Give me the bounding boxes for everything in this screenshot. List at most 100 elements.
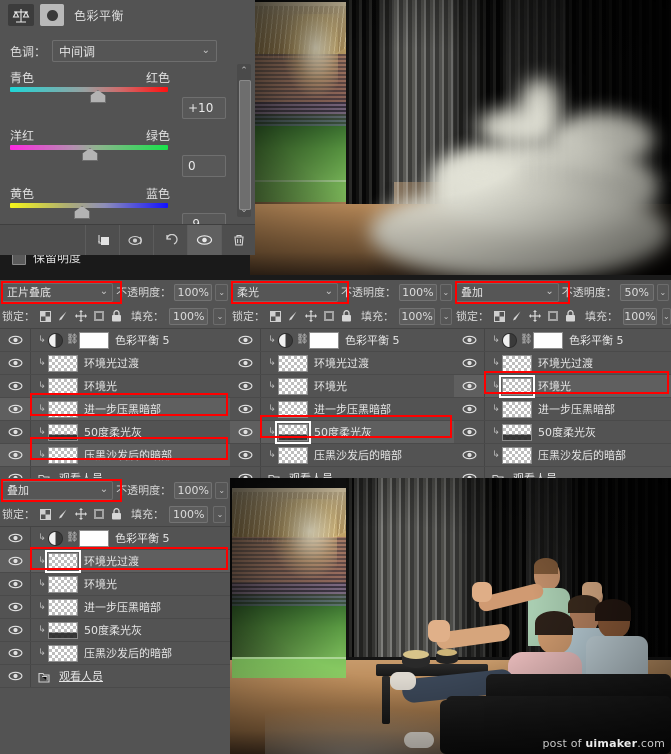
layer-row[interactable]: ↳ ⛓ 色彩平衡 5 xyxy=(454,329,671,352)
layer-thumbnail[interactable] xyxy=(79,529,109,547)
layer-row[interactable]: ↳ 环境光 xyxy=(454,374,671,398)
slider-cyan-red-knob[interactable] xyxy=(89,90,106,103)
lock-image-icon[interactable] xyxy=(287,310,299,322)
fill-chevron-down-icon[interactable]: ⌄ xyxy=(440,307,452,325)
lock-position-icon[interactable] xyxy=(529,310,541,322)
layer-visibility-eye-icon[interactable] xyxy=(454,375,485,397)
layer-thumbnail[interactable] xyxy=(48,423,78,441)
view-previous-state-icon[interactable] xyxy=(119,225,153,255)
lock-all-icon[interactable] xyxy=(111,310,122,322)
slider-yellow-blue-track[interactable] xyxy=(10,203,168,219)
layer-visibility-eye-icon[interactable] xyxy=(0,550,31,572)
lock-all-icon[interactable] xyxy=(111,508,122,520)
layer-visibility-eye-icon[interactable] xyxy=(454,421,485,443)
layer-row[interactable]: ↳ 压黑沙发后的暗部 xyxy=(0,444,230,467)
slider-cyan-red-track[interactable] xyxy=(10,87,168,103)
layer-visibility-eye-icon[interactable] xyxy=(0,398,31,420)
opacity-value[interactable]: 100% xyxy=(399,283,437,301)
layer-visibility-eye-icon[interactable] xyxy=(0,375,31,397)
layer-thumbnail[interactable] xyxy=(309,331,339,349)
layer-thumbnail[interactable] xyxy=(533,331,563,349)
layer-visibility-eye-icon[interactable] xyxy=(230,329,261,351)
lock-image-icon[interactable] xyxy=(57,310,69,322)
layer-visibility-eye-icon[interactable] xyxy=(0,642,31,664)
layer-thumbnail[interactable] xyxy=(48,644,78,662)
mask-link-icon[interactable]: ⛓ xyxy=(520,334,533,347)
layer-row[interactable]: ↳ 环境光过渡 xyxy=(230,352,454,375)
scrollbar-thumb[interactable] xyxy=(239,80,251,210)
fill-value[interactable]: 100% xyxy=(399,307,436,325)
layer-row[interactable]: ↳ 环境光 xyxy=(0,573,230,596)
slider-yellow-blue-knob[interactable] xyxy=(74,206,91,219)
layer-visibility-eye-icon[interactable] xyxy=(0,573,31,595)
slider-magenta-green-track[interactable] xyxy=(10,145,168,161)
layer-thumbnail[interactable] xyxy=(502,400,532,418)
fill-chevron-down-icon[interactable]: ⌄ xyxy=(213,505,227,523)
properties-scrollbar[interactable]: ⌃ ⌄ xyxy=(237,64,251,217)
layer-thumbnail[interactable] xyxy=(278,377,308,395)
layer-visibility-eye-icon[interactable] xyxy=(454,444,485,466)
lock-all-icon[interactable] xyxy=(341,310,352,322)
layer-visibility-eye-icon[interactable] xyxy=(454,352,485,374)
layer-visibility-eye-icon[interactable] xyxy=(0,527,31,549)
layer-group-icon[interactable] xyxy=(38,471,52,478)
fill-chevron-down-icon[interactable]: ⌄ xyxy=(213,307,227,325)
layer-thumbnail[interactable] xyxy=(502,423,532,441)
layer-row[interactable]: ↳ 环境光过渡 xyxy=(0,352,230,375)
layer-row[interactable]: 观看人员 xyxy=(0,467,230,478)
lock-image-icon[interactable] xyxy=(511,310,523,322)
layer-thumbnail[interactable] xyxy=(275,420,311,444)
tone-select[interactable]: 中间调 ⌄ xyxy=(52,40,217,62)
layer-row[interactable]: 观看人员 xyxy=(230,467,454,478)
layer-row[interactable]: ↳ 进一步压黑暗部 xyxy=(0,596,230,619)
layer-thumbnail[interactable] xyxy=(48,354,78,372)
layer-visibility-eye-icon[interactable] xyxy=(230,398,261,420)
delete-adjustment-icon[interactable] xyxy=(221,225,255,255)
layer-visibility-eye-icon[interactable] xyxy=(230,444,261,466)
lock-transparency-icon[interactable] xyxy=(40,508,51,520)
lock-artboard-icon[interactable] xyxy=(93,310,105,322)
layer-visibility-eye-icon[interactable] xyxy=(0,352,31,374)
layer-thumbnail[interactable] xyxy=(278,400,308,418)
layer-row[interactable]: 观看人员 xyxy=(0,665,230,688)
layer-visibility-eye-icon[interactable] xyxy=(230,375,261,397)
toggle-visibility-icon[interactable] xyxy=(187,225,221,255)
layer-visibility-eye-icon[interactable] xyxy=(0,421,31,443)
layer-row[interactable]: ↳ 50度柔光灰 xyxy=(0,421,230,444)
layer-visibility-eye-icon[interactable] xyxy=(0,665,31,687)
slider-magenta-green-knob[interactable] xyxy=(82,148,98,161)
layer-thumbnail[interactable] xyxy=(502,446,532,464)
layer-row[interactable]: ↳ 环境光过渡 xyxy=(0,549,230,573)
lock-position-icon[interactable] xyxy=(305,310,317,322)
layer-visibility-eye-icon[interactable] xyxy=(454,398,485,420)
lock-all-icon[interactable] xyxy=(565,310,576,322)
opacity-value[interactable]: 50% xyxy=(619,283,654,301)
layer-thumbnail[interactable] xyxy=(502,354,532,372)
scroll-down-icon[interactable]: ⌄ xyxy=(237,203,251,217)
opacity-chevron-down-icon[interactable]: ⌄ xyxy=(215,481,228,499)
layer-visibility-eye-icon[interactable] xyxy=(230,352,261,374)
lock-position-icon[interactable] xyxy=(75,508,87,520)
layer-visibility-eye-icon[interactable] xyxy=(0,619,31,641)
layer-row[interactable]: ↳ ⛓ 色彩平衡 5 xyxy=(230,329,454,352)
layer-row[interactable]: 观看人员 xyxy=(454,467,671,478)
clip-to-layer-icon[interactable] xyxy=(85,225,119,255)
lock-transparency-icon[interactable] xyxy=(40,310,51,322)
layer-row[interactable]: ↳ 进一步压黑暗部 xyxy=(0,398,230,421)
lock-artboard-icon[interactable] xyxy=(323,310,335,322)
reset-adjustment-icon[interactable] xyxy=(153,225,187,255)
lock-image-icon[interactable] xyxy=(57,508,69,520)
layer-thumbnail[interactable] xyxy=(278,446,308,464)
layer-visibility-eye-icon[interactable] xyxy=(230,421,261,443)
layer-row[interactable]: ↳ 压黑沙发后的暗部 xyxy=(0,642,230,665)
opacity-chevron-down-icon[interactable]: ⌄ xyxy=(439,283,452,301)
layer-row[interactable]: ↳ 50度柔光灰 xyxy=(230,420,454,444)
layer-group-icon[interactable] xyxy=(268,471,282,478)
blend-mode-select[interactable]: 叠加 ⌄ xyxy=(456,282,559,302)
adjustment-layer-icon[interactable] xyxy=(278,332,293,348)
blend-mode-select[interactable]: 叠加 ⌄ xyxy=(2,480,114,500)
fill-value[interactable]: 100% xyxy=(169,505,209,523)
layer-row[interactable]: ↳ 压黑沙发后的暗部 xyxy=(230,444,454,467)
mask-link-icon[interactable]: ⛓ xyxy=(66,532,79,545)
layer-row[interactable]: ↳ ⛓ 色彩平衡 5 xyxy=(0,527,230,550)
